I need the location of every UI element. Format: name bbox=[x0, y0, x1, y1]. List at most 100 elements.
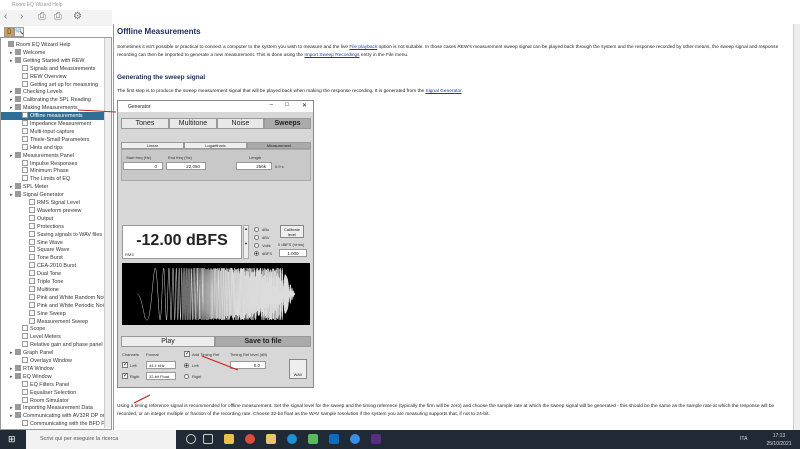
tree-item[interactable]: ▸ Communicating with AV32R DP or AV bbox=[1, 412, 111, 420]
print-button[interactable]: ⎙ bbox=[38, 11, 46, 22]
app-icon[interactable] bbox=[371, 434, 381, 444]
tree-item[interactable]: Multitone bbox=[1, 285, 59, 294]
level-display[interactable]: -12.00 dBFS RMS bbox=[122, 225, 242, 259]
right-channel-checkbox[interactable]: ✓ bbox=[122, 373, 128, 379]
app-icon[interactable] bbox=[308, 434, 318, 444]
tab-tones[interactable]: Tones bbox=[121, 118, 169, 129]
settings-button[interactable]: ⚙ bbox=[73, 11, 82, 22]
tab-sweeps[interactable]: Sweeps bbox=[264, 118, 311, 129]
timing-left-radio[interactable] bbox=[184, 363, 189, 368]
edge-icon[interactable] bbox=[287, 434, 297, 444]
tree-item[interactable]: Tone Burst bbox=[1, 254, 63, 262]
tree-item[interactable]: CEA-2010 Burst bbox=[1, 262, 76, 270]
tree-item[interactable]: ▸ SPL Meter bbox=[1, 183, 48, 191]
save-to-file-button[interactable]: Save to file bbox=[215, 336, 311, 347]
tree-item[interactable]: ▸ EQ Window bbox=[1, 372, 51, 381]
tree-item[interactable]: ▸ Signal Generator bbox=[1, 191, 64, 199]
tree-item[interactable]: Relative gain and phase panel bbox=[1, 341, 103, 349]
contents-tab[interactable]: ▯ bbox=[4, 27, 14, 37]
tree-item[interactable]: Protections bbox=[1, 222, 64, 231]
back-button[interactable]: ‹ bbox=[4, 11, 7, 22]
clock-time[interactable]: 17:13 bbox=[762, 433, 796, 439]
app-icon[interactable] bbox=[224, 434, 234, 444]
bit-depth-select[interactable]: 32-bit Float bbox=[146, 372, 176, 380]
tree-item[interactable]: Overlays Window bbox=[1, 357, 72, 365]
tree-item[interactable]: Pink and White Random Noise bbox=[1, 293, 110, 302]
timing-right-radio[interactable] bbox=[184, 374, 189, 379]
tree-item[interactable]: Equaliser Selection bbox=[1, 388, 76, 397]
file-playback-link[interactable]: File playback bbox=[349, 45, 377, 50]
print-setup-button[interactable]: ⎙ bbox=[54, 11, 62, 22]
cortana-icon[interactable] bbox=[186, 434, 196, 444]
language-indicator[interactable]: ITA bbox=[740, 436, 747, 442]
tree-item[interactable]: ▸ Graph Panel bbox=[1, 349, 53, 357]
unit-volts-radio[interactable] bbox=[254, 243, 259, 248]
tree-item[interactable]: Sine Wave bbox=[1, 238, 63, 247]
tree-item[interactable]: EQ Filters Panel bbox=[1, 380, 69, 389]
tree-item[interactable]: Impulse Responses bbox=[1, 159, 77, 168]
timing-level-input[interactable]: 0.0 bbox=[230, 361, 266, 369]
tree-item[interactable]: ▸ Making Measurements bbox=[1, 104, 78, 112]
tree-item[interactable]: Square Wave bbox=[1, 246, 69, 254]
tree-item[interactable]: ▸ Getting Started with REW bbox=[1, 56, 84, 65]
tree-item[interactable]: Pink and White Periodic Noise bbox=[1, 301, 110, 310]
windows-start-icon[interactable]: ⊞ bbox=[8, 434, 16, 445]
tree-item[interactable]: The Limits of EQ bbox=[1, 175, 70, 183]
play-button[interactable]: Play bbox=[121, 336, 215, 347]
tree-item[interactable]: Hints and tips bbox=[1, 143, 63, 152]
tree-item[interactable]: Dual Tone bbox=[1, 270, 61, 278]
search-tab[interactable]: 🔍 bbox=[14, 27, 24, 37]
tab-linear[interactable]: Linear bbox=[121, 142, 184, 149]
file-explorer-icon[interactable] bbox=[266, 434, 276, 444]
chrome-icon[interactable] bbox=[245, 434, 255, 444]
left-channel-checkbox[interactable]: ✓ bbox=[122, 362, 128, 368]
unit-dbu-radio[interactable] bbox=[254, 227, 259, 232]
tab-logarithmic[interactable]: Logarithmic bbox=[184, 142, 247, 149]
tree-item[interactable]: Room EQ Wizard Help bbox=[1, 41, 71, 49]
length-input[interactable]: 256k bbox=[236, 162, 272, 170]
import-sweep-link[interactable]: Import Sweep Recordings bbox=[304, 53, 359, 58]
close-button[interactable]: ✕ bbox=[302, 102, 307, 109]
tree-item[interactable]: Offline measurements bbox=[1, 112, 105, 121]
level-spinner[interactable]: ▲ ▼ bbox=[243, 225, 249, 259]
tree-item[interactable]: Signals and Measurements bbox=[1, 64, 95, 73]
unit-dbfs-radio[interactable] bbox=[254, 251, 259, 256]
tree-item[interactable]: RMS Signal Level bbox=[1, 199, 80, 207]
tree-item[interactable]: Getting set up for measuring bbox=[1, 80, 98, 89]
tree-item[interactable]: Level Meters bbox=[1, 333, 61, 341]
app-icon[interactable] bbox=[350, 434, 360, 444]
tree-scrollbar[interactable] bbox=[104, 38, 111, 428]
forward-button[interactable]: › bbox=[20, 11, 23, 22]
tree-item[interactable]: Measurement Sweep bbox=[1, 317, 88, 326]
signal-generator-link[interactable]: Signal Generator bbox=[426, 89, 462, 94]
content-scrollbar[interactable] bbox=[793, 24, 800, 430]
tree-item[interactable]: Thiele-Small Parameters bbox=[1, 135, 89, 144]
tree-item[interactable]: REW Overview bbox=[1, 72, 67, 81]
tree-item[interactable]: ▸ Importing Measurement Data bbox=[1, 404, 93, 412]
calibrate-level-button[interactable]: Calibrate level bbox=[280, 225, 304, 238]
add-timing-ref-checkbox[interactable]: ✓ bbox=[184, 351, 190, 357]
tree-item[interactable]: ▸ Checking Levels bbox=[1, 88, 63, 96]
tab-multitone[interactable]: Multitone bbox=[169, 118, 217, 129]
tree-item[interactable]: Scope bbox=[1, 325, 45, 333]
tree-item[interactable]: Room Simulator bbox=[1, 396, 69, 405]
wav-button[interactable]: WAV bbox=[289, 359, 307, 379]
taskbar-search-input[interactable]: Scrivi qui per eseguire la ricerca bbox=[26, 430, 176, 449]
tree-item[interactable]: Impedance Measurement bbox=[1, 120, 91, 128]
tab-noise[interactable]: Noise bbox=[217, 118, 264, 129]
outlook-icon[interactable] bbox=[329, 434, 339, 444]
tree-item[interactable]: Communicating with the BFD Pro bbox=[1, 420, 110, 428]
maximize-button[interactable]: □ bbox=[285, 102, 289, 108]
unit-dbv-radio[interactable] bbox=[254, 235, 259, 240]
tree-item[interactable]: ▸ Calibrating the SPL Reading bbox=[1, 96, 91, 104]
tree-item[interactable]: Minimum Phase bbox=[1, 167, 69, 175]
tab-measurement[interactable]: Measurement bbox=[247, 142, 311, 149]
tree-item[interactable]: Triple Tone bbox=[1, 278, 63, 286]
tree-item[interactable]: Multi-input capture bbox=[1, 127, 74, 136]
tree-item[interactable]: Saving signals to WAV files bbox=[1, 230, 102, 239]
tree-item[interactable]: ▸ Welcome bbox=[1, 48, 45, 57]
tree-item[interactable]: ▸ Measurements Panel bbox=[1, 151, 74, 160]
tree-item[interactable]: Output bbox=[1, 214, 53, 223]
sample-rate-select[interactable]: 44.1 kHz bbox=[146, 361, 176, 369]
tree-item[interactable]: ▸ RTA Window bbox=[1, 364, 54, 373]
